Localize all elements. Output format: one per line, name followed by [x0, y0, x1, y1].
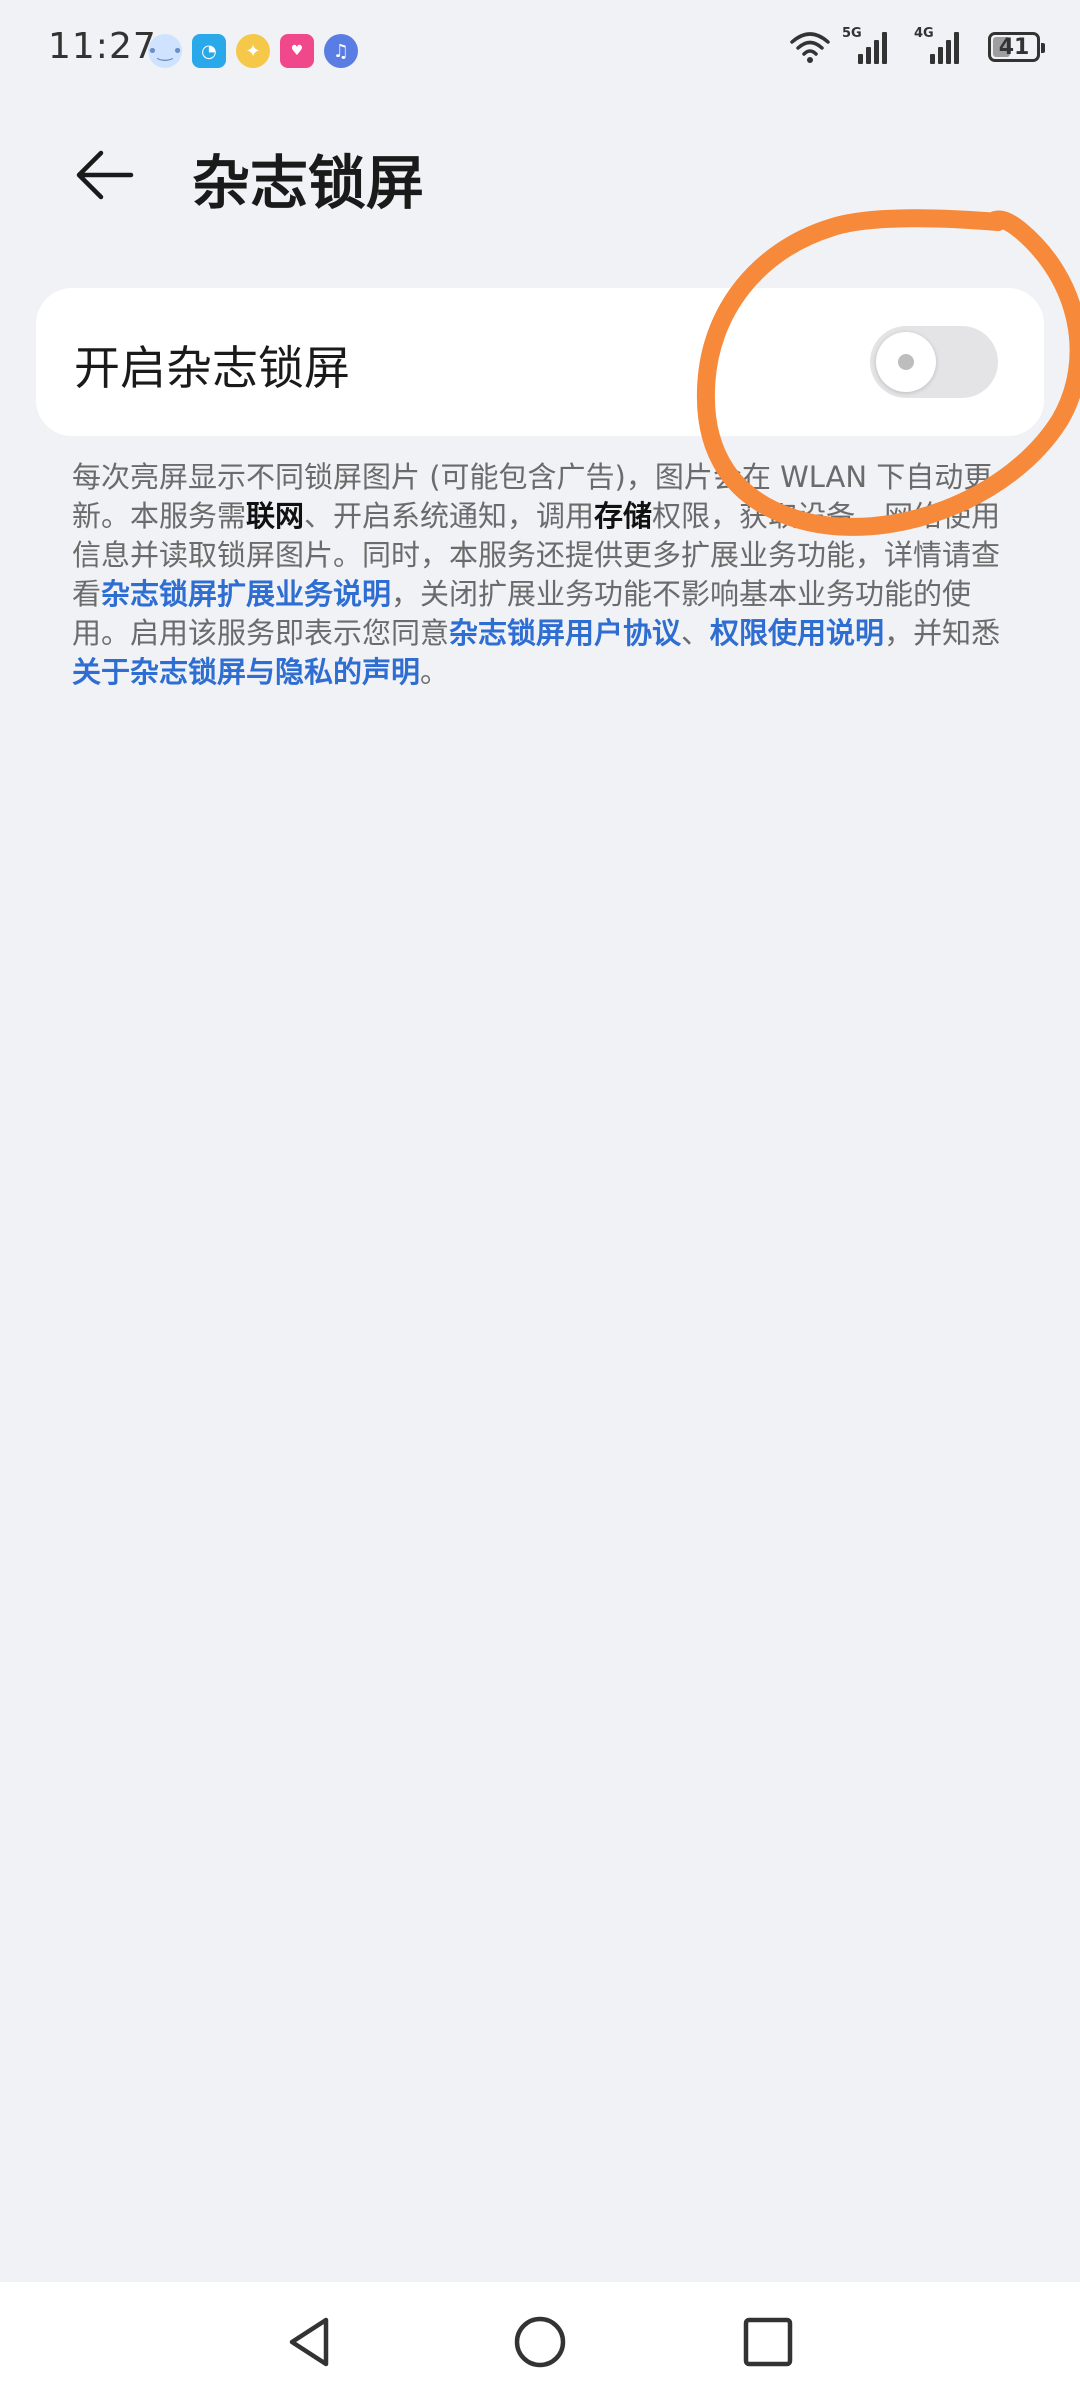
title-bar: 杂志锁屏	[0, 120, 1080, 220]
status-time: 11:27	[48, 26, 157, 67]
browser-icon: ◔	[192, 34, 226, 68]
pinwheel-icon: ✦	[236, 34, 270, 68]
user-agreement-link[interactable]: 杂志锁屏用户协议	[449, 616, 681, 650]
nav-back-button[interactable]	[270, 2302, 350, 2382]
music-icon: ♫	[324, 34, 358, 68]
setting-card: 开启杂志锁屏	[36, 288, 1044, 436]
chat-bot-icon: •‿•	[147, 34, 183, 68]
system-icons: 5G 4G 41	[790, 26, 1045, 64]
signal-4g-icon: 4G	[914, 26, 974, 64]
navigation-bar	[0, 2282, 1080, 2400]
magazine-lock-toggle[interactable]	[870, 326, 998, 398]
battery-icon: 41	[988, 32, 1045, 62]
permission-usage-link[interactable]: 权限使用说明	[710, 616, 884, 650]
home-circle-icon	[514, 2316, 566, 2368]
toggle-dot-icon	[898, 354, 914, 370]
network-highlight: 联网	[246, 499, 305, 533]
privacy-statement-link[interactable]: 关于杂志锁屏与隐私的声明	[72, 655, 420, 689]
page-title: 杂志锁屏	[192, 149, 425, 217]
wifi-icon	[790, 32, 830, 63]
nav-recents-button[interactable]	[728, 2302, 808, 2382]
back-button[interactable]	[60, 130, 150, 220]
storage-highlight: 存储	[594, 499, 653, 533]
extension-service-link[interactable]: 杂志锁屏扩展业务说明	[101, 577, 391, 611]
arrow-left-icon	[76, 150, 134, 200]
nav-home-button[interactable]	[500, 2302, 580, 2382]
setting-label: 开启杂志锁屏	[74, 341, 350, 395]
notification-icons: •‿• ◔ ✦ ♥ ♫	[147, 34, 358, 68]
pink-app-icon: ♥	[280, 34, 314, 68]
recents-square-icon	[743, 2317, 793, 2367]
service-description: 每次亮屏显示不同锁屏图片 (可能包含广告)，图片会在 WLAN 下自动更新。本服…	[72, 460, 1001, 689]
back-triangle-icon	[289, 2317, 329, 2367]
toggle-knob	[876, 332, 936, 392]
status-bar: 11:27 •‿• ◔ ✦ ♥ ♫ 5G 4G 41	[0, 0, 1080, 104]
signal-5g-icon: 5G	[842, 26, 902, 64]
